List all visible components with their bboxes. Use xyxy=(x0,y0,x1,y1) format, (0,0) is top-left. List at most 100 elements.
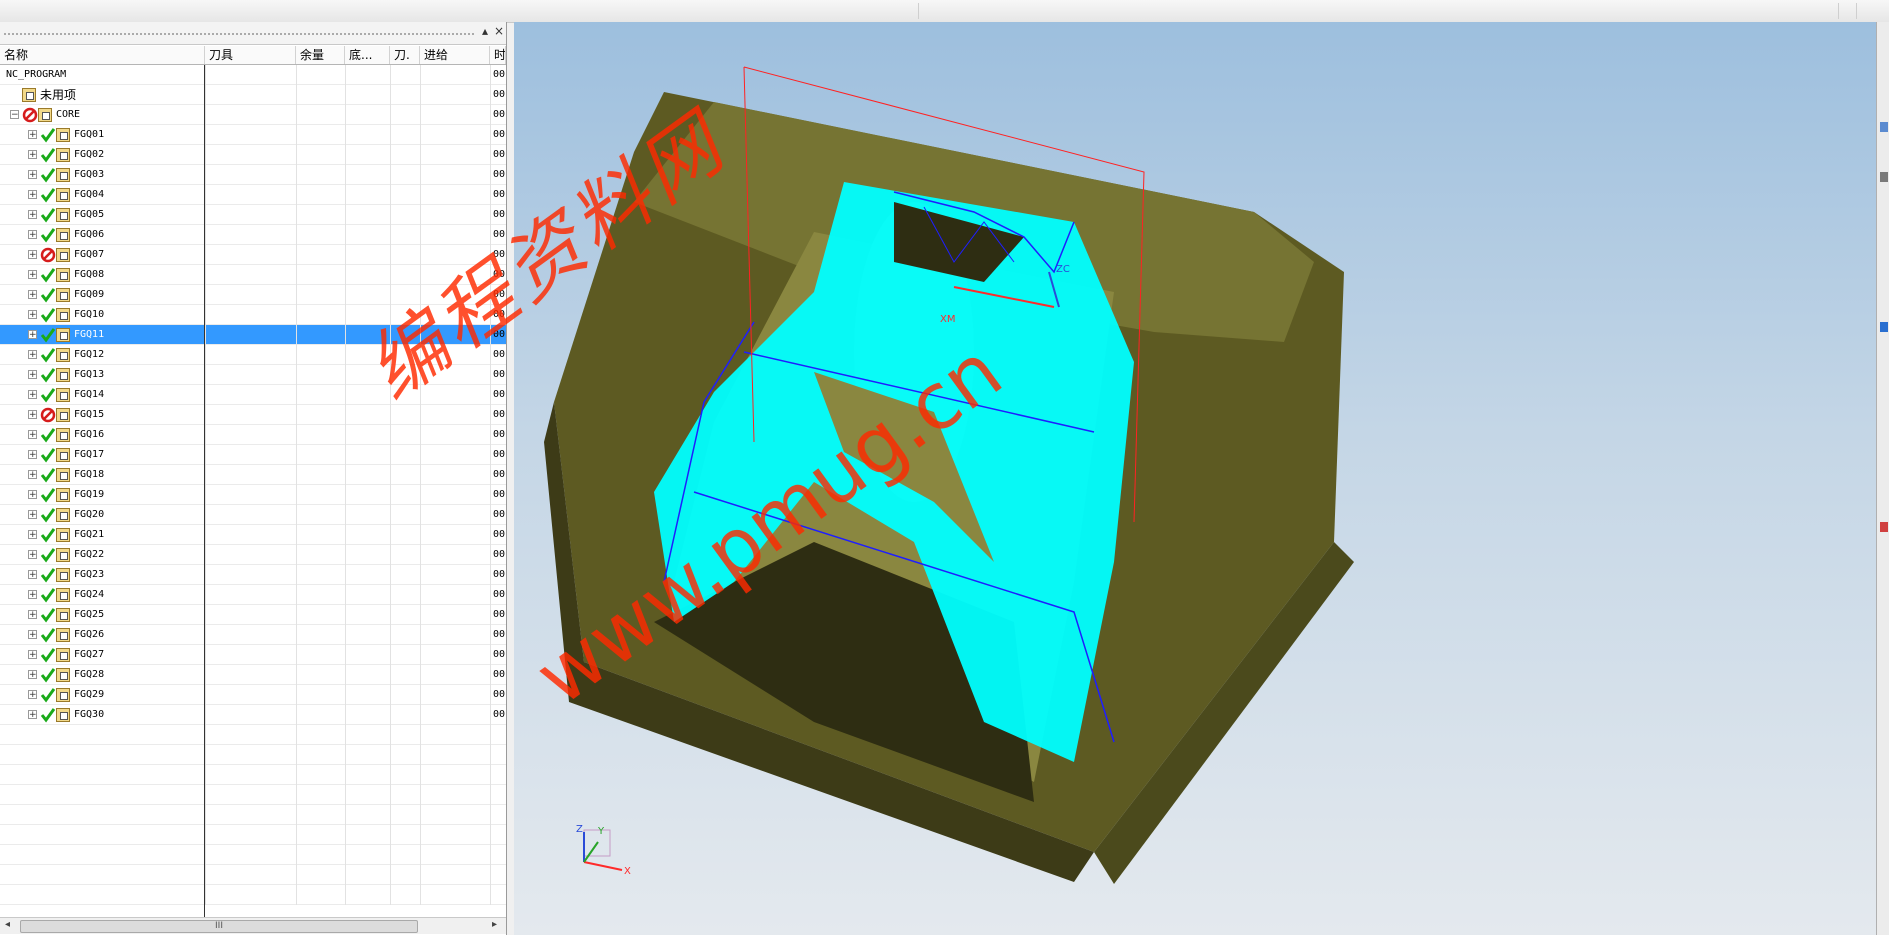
tree-row[interactable]: + FGQ15 00 xyxy=(0,405,506,425)
expand-toggle-icon[interactable]: + xyxy=(28,410,37,420)
tree-row[interactable]: + FGQ22 00 xyxy=(0,545,506,565)
expand-toggle-icon[interactable]: + xyxy=(28,510,37,520)
tree-row[interactable]: + FGQ24 00 xyxy=(0,585,506,605)
column-floor[interactable]: 底... xyxy=(345,46,390,64)
tree-row[interactable]: + FGQ27 00 xyxy=(0,645,506,665)
row-cell xyxy=(296,125,297,145)
expand-toggle-icon[interactable]: + xyxy=(28,450,37,460)
row-cell xyxy=(345,505,346,525)
tree-row[interactable]: + FGQ03 00 xyxy=(0,165,506,185)
resource-icon[interactable] xyxy=(1880,322,1888,332)
tree-row[interactable]: + FGQ17 00 xyxy=(0,445,506,465)
row-cell xyxy=(390,645,391,665)
resource-icon[interactable] xyxy=(1880,122,1888,132)
row-cell xyxy=(420,165,421,185)
expand-toggle-icon[interactable]: + xyxy=(28,330,37,340)
expand-toggle-icon[interactable]: + xyxy=(28,610,37,620)
tree-row[interactable]: + FGQ07 00 xyxy=(0,245,506,265)
row-cell xyxy=(490,545,491,565)
empty-row xyxy=(0,885,506,905)
drag-grip[interactable] xyxy=(4,33,474,35)
row-cell xyxy=(490,185,491,205)
column-stock[interactable]: 余量 xyxy=(296,46,345,64)
tree-row[interactable]: − CORE 00 xyxy=(0,105,506,125)
tree-row[interactable]: + FGQ21 00 xyxy=(0,525,506,545)
tree-row[interactable]: + FGQ01 00 xyxy=(0,125,506,145)
expand-toggle-icon[interactable]: + xyxy=(28,670,37,680)
row-cell xyxy=(345,465,346,485)
tree-row[interactable]: + FGQ06 00 xyxy=(0,225,506,245)
expand-toggle-icon[interactable]: + xyxy=(28,690,37,700)
expand-toggle-icon[interactable]: + xyxy=(28,270,37,280)
expand-toggle-icon[interactable]: + xyxy=(28,350,37,360)
column-tool-number[interactable]: 刀. xyxy=(390,46,420,64)
tree-row[interactable]: + FGQ25 00 xyxy=(0,605,506,625)
operation-navigator[interactable]: ▴ × 名称 刀具 余量 底... 刀. 进给 时 NC_PROGRAM 00 未用… xyxy=(0,22,507,935)
row-cell xyxy=(390,125,391,145)
expand-toggle-icon[interactable]: − xyxy=(10,110,19,120)
checkmark-icon xyxy=(40,568,56,583)
tree-row[interactable]: + FGQ04 00 xyxy=(0,185,506,205)
expand-toggle-icon[interactable]: + xyxy=(28,490,37,500)
pin-icon[interactable]: ▴ xyxy=(478,24,492,38)
expand-toggle-icon[interactable]: + xyxy=(28,710,37,720)
expand-toggle-icon[interactable]: + xyxy=(28,130,37,140)
tree-row[interactable]: + FGQ29 00 xyxy=(0,685,506,705)
row-cell xyxy=(296,645,297,665)
tree-row[interactable]: + FGQ16 00 xyxy=(0,425,506,445)
time-value: 00 xyxy=(493,469,506,480)
horizontal-scrollbar[interactable]: ◂ III ▸ xyxy=(0,917,506,934)
expand-toggle-icon[interactable]: + xyxy=(28,570,37,580)
expand-toggle-icon[interactable]: + xyxy=(28,530,37,540)
program-group-icon xyxy=(56,128,70,142)
expand-toggle-icon[interactable]: + xyxy=(28,550,37,560)
expand-toggle-icon[interactable]: + xyxy=(28,210,37,220)
tree-row[interactable]: + FGQ28 00 xyxy=(0,665,506,685)
expand-toggle-icon[interactable]: + xyxy=(28,430,37,440)
tree-row[interactable]: + FGQ05 00 xyxy=(0,205,506,225)
expand-toggle-icon[interactable]: + xyxy=(28,190,37,200)
row-cell xyxy=(345,65,346,85)
row-cell xyxy=(296,185,297,205)
tree-row[interactable]: NC_PROGRAM 00 xyxy=(0,65,506,85)
tree-row[interactable]: + FGQ30 00 xyxy=(0,705,506,725)
column-feed[interactable]: 进给 xyxy=(420,46,490,64)
expand-toggle-icon[interactable]: + xyxy=(28,250,37,260)
row-cell xyxy=(390,685,391,705)
column-time[interactable]: 时 xyxy=(490,46,506,64)
expand-toggle-icon[interactable]: + xyxy=(28,650,37,660)
expand-toggle-icon[interactable]: + xyxy=(28,630,37,640)
expand-toggle-icon[interactable]: + xyxy=(28,170,37,180)
expand-toggle-icon[interactable]: + xyxy=(28,470,37,480)
expand-toggle-icon[interactable]: + xyxy=(28,290,37,300)
tree-row[interactable]: + FGQ18 00 xyxy=(0,465,506,485)
tree-row[interactable]: + FGQ20 00 xyxy=(0,505,506,525)
row-cell xyxy=(296,205,297,225)
tree-row[interactable]: + FGQ02 00 xyxy=(0,145,506,165)
row-cell xyxy=(390,485,391,505)
scrollbar-thumb[interactable]: III xyxy=(20,920,418,933)
expand-toggle-icon[interactable]: + xyxy=(28,150,37,160)
scroll-left-icon[interactable]: ◂ xyxy=(5,919,10,930)
tree-row[interactable]: + FGQ23 00 xyxy=(0,565,506,585)
column-name[interactable]: 名称 xyxy=(0,46,205,64)
right-resource-bar[interactable] xyxy=(1876,22,1889,935)
tree-row[interactable]: + FGQ19 00 xyxy=(0,485,506,505)
scroll-right-icon[interactable]: ▸ xyxy=(492,919,497,930)
resource-icon[interactable] xyxy=(1880,522,1888,532)
program-group-icon xyxy=(38,108,52,122)
expand-toggle-icon[interactable]: + xyxy=(28,370,37,380)
program-group-icon xyxy=(56,448,70,462)
row-cell xyxy=(205,145,206,165)
resource-icon[interactable] xyxy=(1880,172,1888,182)
expand-toggle-icon[interactable]: + xyxy=(28,590,37,600)
expand-toggle-icon[interactable]: + xyxy=(28,230,37,240)
tree-row[interactable]: + FGQ26 00 xyxy=(0,625,506,645)
expand-toggle-icon[interactable]: + xyxy=(28,390,37,400)
row-cell xyxy=(420,785,421,805)
close-icon[interactable]: × xyxy=(492,24,506,38)
column-tool[interactable]: 刀具 xyxy=(205,46,296,64)
tree-row[interactable]: 未用项 00 xyxy=(0,85,506,105)
row-cell xyxy=(490,145,491,165)
expand-toggle-icon[interactable]: + xyxy=(28,310,37,320)
